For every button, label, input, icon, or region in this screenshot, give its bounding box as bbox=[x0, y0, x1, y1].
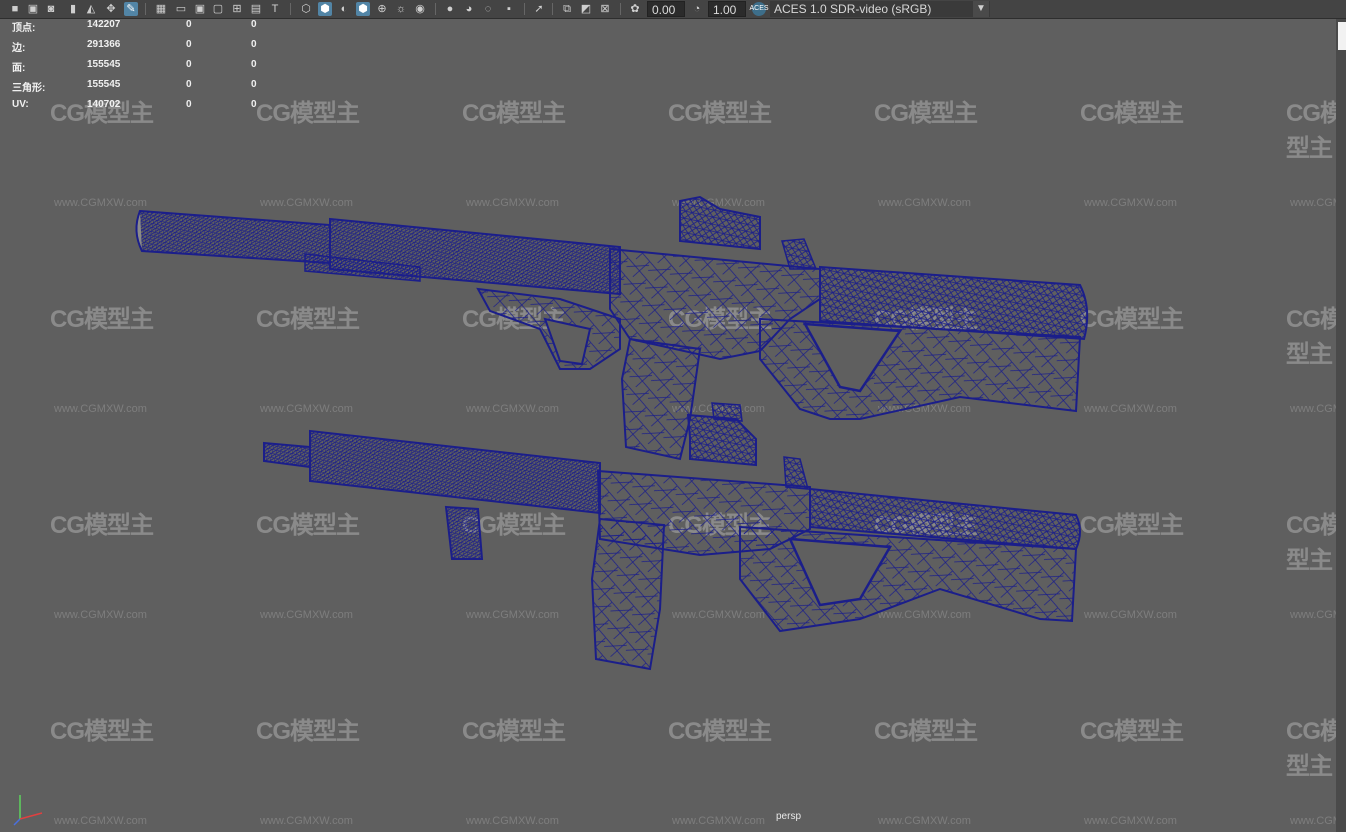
scrollbar-thumb[interactable] bbox=[1338, 22, 1346, 50]
viewport-scrollbar[interactable] bbox=[1336, 19, 1346, 832]
pan-zoom-icon[interactable]: ✥ bbox=[104, 2, 118, 16]
screen-space-ao-icon[interactable]: ● bbox=[443, 2, 457, 16]
image-plane-icon[interactable]: ▮ bbox=[66, 2, 80, 16]
backface-icon[interactable]: ⊠ bbox=[598, 2, 612, 16]
grid-lock-icon[interactable]: ◭ bbox=[84, 2, 98, 16]
use-lights-icon[interactable]: ☼ bbox=[394, 2, 408, 16]
viewport-toolbar: ■ ▣ ◙ ▮ ◭ ✥ ✎ ▦ ▭ ▣ ▢ ⊞ ▤ T ⬡ ⬢ ◐ ⬢ ⊕ ☼ … bbox=[0, 0, 1346, 19]
hud-row-edges: 边: 291366 0 0 bbox=[12, 39, 257, 54]
wireframe-models[interactable] bbox=[0, 19, 1336, 832]
gamma-field[interactable]: 1.00 bbox=[708, 1, 746, 17]
xray-active-icon[interactable]: ◩ bbox=[579, 2, 593, 16]
wireframe-icon[interactable]: ⬡ bbox=[299, 2, 313, 16]
isolate-select-icon[interactable]: ➚ bbox=[532, 2, 546, 16]
hud-row-vertices: 顶点: 142207 0 0 bbox=[12, 19, 257, 34]
grid-icon[interactable]: ▦ bbox=[154, 2, 168, 16]
perspective-viewport[interactable]: CG模型主 www.CGMXW.com CG模型主 www.CGMXW.com CG模型… bbox=[0, 19, 1346, 832]
hud-row-faces: 面: 155545 0 0 bbox=[12, 59, 257, 74]
xray-joints-icon[interactable]: ⧉ bbox=[560, 2, 574, 16]
field-chart-icon[interactable]: ⊞ bbox=[230, 2, 244, 16]
gate-mask-icon[interactable]: ▢ bbox=[211, 2, 225, 16]
exposure-field[interactable]: 0.00 bbox=[647, 1, 685, 17]
gamma-icon[interactable]: ◔ bbox=[690, 2, 704, 16]
smooth-shade-icon[interactable]: ⬢ bbox=[318, 2, 332, 16]
motion-blur-icon[interactable]: ◕ bbox=[462, 2, 476, 16]
safe-action-icon[interactable]: ▤ bbox=[249, 2, 263, 16]
xray-icon[interactable]: ⊕ bbox=[375, 2, 389, 16]
shadows-icon[interactable]: ◉ bbox=[413, 2, 427, 16]
textured-icon[interactable]: ⬢ bbox=[356, 2, 370, 16]
view-transform-icon[interactable]: ACES bbox=[749, 2, 769, 16]
film-gate-icon[interactable]: ▭ bbox=[174, 2, 188, 16]
camera-attr-icon[interactable]: ▣ bbox=[26, 2, 40, 16]
hud-row-uvs: UV: 140702 0 0 bbox=[12, 99, 257, 110]
grease-pencil-icon[interactable]: ✎ bbox=[124, 2, 138, 16]
safe-title-icon[interactable]: T bbox=[268, 2, 282, 16]
bookmark-icon[interactable]: ◙ bbox=[44, 2, 58, 16]
multisample-aa-icon[interactable]: ◌ bbox=[481, 2, 495, 16]
camera-name-label: persp bbox=[776, 811, 802, 822]
exposure-icon[interactable]: ✿ bbox=[628, 2, 642, 16]
resolution-gate-icon[interactable]: ▣ bbox=[193, 2, 207, 16]
axis-gizmo bbox=[13, 795, 43, 826]
hud-row-triangles: 三角形: 155545 0 0 bbox=[12, 79, 257, 94]
chevron-down-icon[interactable]: ▼ bbox=[973, 1, 989, 17]
depth-of-field-icon[interactable]: ▪ bbox=[502, 2, 516, 16]
rifle-model-top[interactable] bbox=[135, 195, 1089, 461]
camera-icon[interactable]: ■ bbox=[8, 2, 22, 16]
default-material-icon[interactable]: ◐ bbox=[337, 2, 351, 16]
color-space-dropdown[interactable]: ACES 1.0 SDR-video (sRGB) bbox=[770, 1, 990, 17]
